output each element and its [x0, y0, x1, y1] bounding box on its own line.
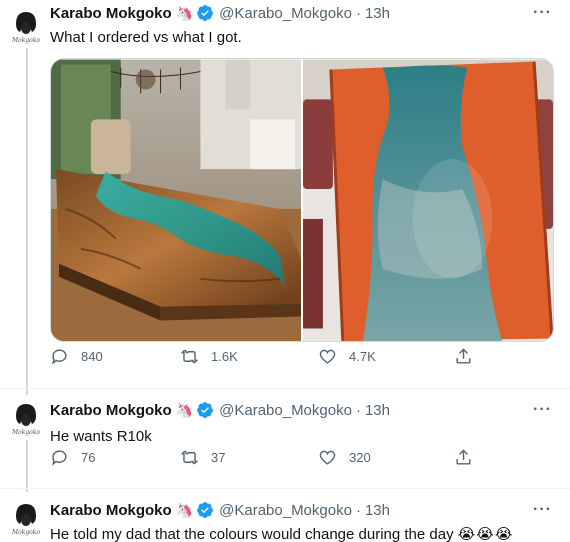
received-table-image[interactable] — [302, 59, 553, 342]
tweet-divider — [0, 488, 570, 489]
display-name[interactable]: Karabo Mokgoko — [50, 502, 172, 519]
tweet-header: Karabo Mokgoko 🦄 @Karabo_Mokgoko · 13h — [50, 4, 390, 22]
tweet[interactable]: Mokgoko Karabo Mokgoko 🦄 @Karabo_Mokgoko… — [0, 0, 570, 390]
timestamp[interactable]: 13h — [365, 402, 390, 419]
tweet-header: Karabo Mokgoko 🦄 @Karabo_Mokgoko · 13h — [50, 401, 390, 419]
avatar[interactable]: Mokgoko — [4, 396, 48, 440]
retweet-icon — [180, 450, 199, 464]
retweet-count: 37 — [211, 449, 226, 465]
heart-icon — [319, 450, 336, 465]
separator-dot: · — [355, 501, 361, 519]
reply-count: 76 — [81, 449, 96, 465]
tweet[interactable]: Mokgoko Karabo Mokgoko 🦄 @Karabo_Mokgoko… — [0, 392, 570, 488]
separator-dot: · — [355, 4, 361, 22]
tweet-text-body: He told my dad that the colours would ch… — [50, 526, 454, 542]
like-button[interactable]: 4.7K — [318, 347, 376, 366]
handle[interactable]: @Karabo_Mokgoko — [219, 502, 352, 519]
share-button[interactable] — [454, 347, 473, 366]
reply-icon — [51, 449, 67, 466]
reply-count: 840 — [81, 348, 103, 364]
avatar[interactable]: Mokgoko — [4, 496, 48, 540]
display-name[interactable]: Karabo Mokgoko — [50, 5, 172, 22]
crying-emojis: 😭😭😭 — [457, 526, 514, 542]
reply-button[interactable]: 76 — [50, 448, 95, 467]
share-icon — [456, 448, 471, 465]
tweet-divider — [0, 388, 570, 389]
timestamp[interactable]: 13h — [365, 5, 390, 22]
avatar[interactable]: Mokgoko — [4, 4, 48, 48]
handle[interactable]: @Karabo_Mokgoko — [219, 402, 352, 419]
more-options-icon[interactable]: ··· — [533, 401, 552, 419]
more-options-icon[interactable]: ··· — [533, 501, 552, 519]
tweet-text: He wants R10k — [50, 428, 152, 445]
heart-icon — [319, 349, 336, 364]
media-grid[interactable] — [50, 58, 554, 342]
unicorn-emoji: 🦄 — [175, 401, 194, 418]
svg-text:Mokgoko: Mokgoko — [11, 529, 40, 536]
share-icon — [456, 347, 471, 364]
retweet-icon — [180, 349, 199, 363]
verified-badge-icon — [197, 402, 213, 418]
reply-button[interactable]: 840 — [50, 347, 103, 366]
reply-icon — [51, 348, 67, 365]
like-count: 320 — [349, 449, 371, 465]
verified-badge-icon — [197, 502, 213, 518]
verified-badge-icon — [197, 5, 213, 21]
retweet-button[interactable]: 37 — [180, 448, 225, 467]
svg-text:Mokgoko: Mokgoko — [11, 429, 40, 436]
handle[interactable]: @Karabo_Mokgoko — [219, 5, 352, 22]
ordered-table-image[interactable] — [51, 59, 301, 342]
tweet[interactable]: Mokgoko Karabo Mokgoko 🦄 @Karabo_Mokgoko… — [0, 492, 570, 542]
like-button[interactable]: 320 — [318, 448, 371, 467]
separator-dot: · — [355, 401, 361, 419]
retweet-button[interactable]: 1.6K — [180, 347, 238, 366]
more-options-icon[interactable]: ··· — [533, 4, 552, 22]
like-count: 4.7K — [349, 348, 376, 364]
timestamp[interactable]: 13h — [365, 502, 390, 519]
svg-text:Mokgoko: Mokgoko — [11, 37, 40, 44]
tweet-text: What I ordered vs what I got. — [50, 29, 242, 46]
display-name[interactable]: Karabo Mokgoko — [50, 402, 172, 419]
tweet-header: Karabo Mokgoko 🦄 @Karabo_Mokgoko · 13h — [50, 501, 390, 519]
unicorn-emoji: 🦄 — [175, 501, 194, 518]
unicorn-emoji: 🦄 — [175, 4, 194, 21]
tweet-text: He told my dad that the colours would ch… — [50, 525, 513, 542]
share-button[interactable] — [454, 448, 473, 467]
retweet-count: 1.6K — [211, 348, 238, 364]
